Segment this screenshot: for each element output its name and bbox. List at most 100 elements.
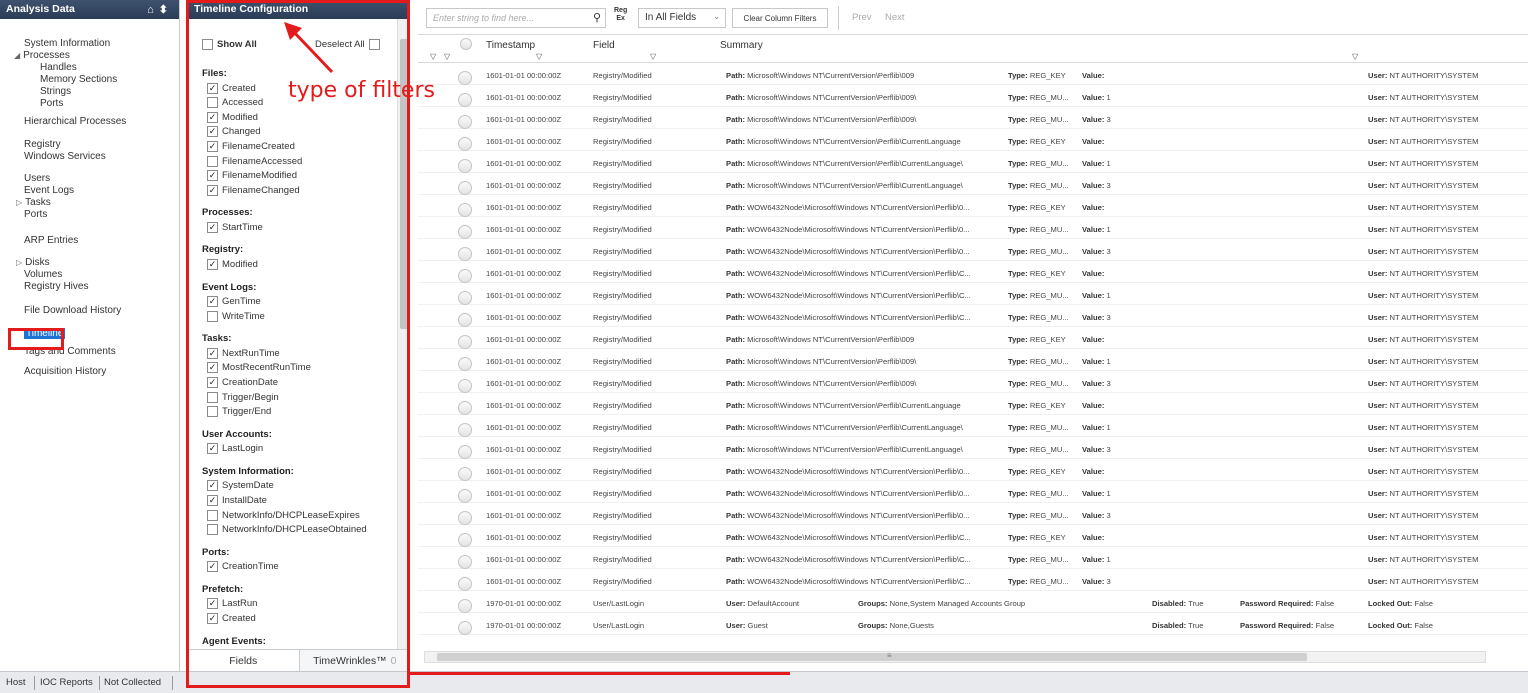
table-row[interactable]: 1601-01-01 00:00:00Z Registry/Modified Pat… (418, 327, 1528, 349)
table-row[interactable]: 1601-01-01 00:00:00Z Registry/Modified Pat… (418, 569, 1528, 591)
tab-not-collected[interactable]: Not Collected (104, 677, 161, 688)
home-icon[interactable]: ⌂ (147, 4, 159, 16)
tag-icon[interactable] (458, 577, 472, 591)
tag-icon[interactable] (458, 511, 472, 525)
cell-path: Microsoft\Windows NT\CurrentVersion\Perf… (747, 357, 917, 366)
table-row[interactable]: 1601-01-01 00:00:00Z Registry/Modified Pat… (418, 305, 1528, 327)
filter-icon[interactable]: ▽ (1352, 52, 1358, 61)
nav-item-disks[interactable]: ▷ Disks (16, 257, 50, 269)
nav-item-strings[interactable]: Strings (40, 86, 71, 98)
password-required-label: Password Required: (1240, 621, 1314, 630)
column-header-summary[interactable]: Summary (720, 40, 763, 51)
expand-arrow-icon[interactable]: ▷ (16, 258, 22, 267)
search-scope-select[interactable]: In All Fields ⌄ (638, 8, 726, 28)
table-row[interactable]: 1601-01-01 00:00:00Z Registry/Modified Pat… (418, 151, 1528, 173)
tag-icon[interactable] (458, 445, 472, 459)
user-label: User: (1368, 181, 1388, 190)
prev-button[interactable]: Prev (852, 12, 872, 23)
filter-icon[interactable]: ▽ (444, 52, 450, 61)
table-row[interactable]: 1601-01-01 00:00:00Z Registry/Modified Pat… (418, 107, 1528, 129)
pin-icon[interactable]: ⬍ (159, 4, 173, 16)
tag-icon[interactable] (458, 335, 472, 349)
nav-item-ports[interactable]: Ports (40, 98, 63, 110)
nav-item-windows-services[interactable]: Windows Services (24, 151, 106, 163)
nav-item-volumes[interactable]: Volumes (24, 269, 62, 281)
expand-arrow-icon[interactable]: ◢ (14, 51, 20, 60)
nav-item-ports[interactable]: Ports (24, 209, 47, 221)
nav-item-event-logs[interactable]: Event Logs (24, 185, 74, 197)
table-row[interactable]: 1601-01-01 00:00:00Z Registry/Modified Pat… (418, 173, 1528, 195)
table-row[interactable]: 1601-01-01 00:00:00Z Registry/Modified Pat… (418, 349, 1528, 371)
tag-icon[interactable] (458, 467, 472, 481)
tag-icon[interactable] (458, 423, 472, 437)
table-row[interactable]: 1601-01-01 00:00:00Z Registry/Modified Pat… (418, 261, 1528, 283)
filter-icon[interactable]: ▽ (430, 52, 436, 61)
table-row[interactable]: 1601-01-01 00:00:00Z Registry/Modified Pat… (418, 239, 1528, 261)
tag-icon[interactable] (458, 137, 472, 151)
tag-icon[interactable] (458, 313, 472, 327)
table-row[interactable]: 1601-01-01 00:00:00Z Registry/Modified Pat… (418, 85, 1528, 107)
next-button[interactable]: Next (885, 12, 905, 23)
tag-icon[interactable] (458, 225, 472, 239)
table-row[interactable]: 1601-01-01 00:00:00Z Registry/Modified Pat… (418, 393, 1528, 415)
table-row[interactable]: 1601-01-01 00:00:00Z Registry/Modified Pat… (418, 217, 1528, 239)
table-row[interactable]: 1601-01-01 00:00:00Z Registry/Modified Pat… (418, 283, 1528, 305)
tab-host[interactable]: Host (6, 677, 26, 688)
search-input[interactable]: Enter string to find here... ⚲ (426, 8, 606, 28)
table-row[interactable]: 1601-01-01 00:00:00Z Registry/Modified Pat… (418, 195, 1528, 217)
tag-icon[interactable] (458, 203, 472, 217)
tag-icon[interactable] (458, 115, 472, 129)
tag-icon[interactable] (458, 357, 472, 371)
tag-icon[interactable] (458, 489, 472, 503)
table-row[interactable]: 1601-01-01 00:00:00Z Registry/Modified Pat… (418, 525, 1528, 547)
nav-item-handles[interactable]: Handles (40, 62, 77, 74)
nav-item-arp-entries[interactable]: ARP Entries (24, 235, 78, 247)
clear-column-filters-button[interactable]: Clear Column Filters (732, 8, 828, 28)
tag-icon[interactable] (458, 247, 472, 261)
nav-item-memory-sections[interactable]: Memory Sections (40, 74, 117, 86)
timeline-grid-area: Enter string to find here... ⚲ Reg Ex In … (418, 0, 1528, 671)
table-row[interactable]: 1970-01-01 00:00:00Z User/LastLogin User: … (418, 613, 1528, 635)
filter-icon[interactable]: ▽ (536, 52, 542, 61)
table-row[interactable]: 1601-01-01 00:00:00Z Registry/Modified Pat… (418, 63, 1528, 85)
horizontal-scroll-thumb[interactable]: ≡ (437, 651, 1307, 661)
table-row[interactable]: 1601-01-01 00:00:00Z Registry/Modified Pat… (418, 481, 1528, 503)
tag-icon[interactable] (458, 291, 472, 305)
nav-item-file-download-history[interactable]: File Download History (24, 305, 121, 317)
tag-icon[interactable] (458, 401, 472, 415)
search-icon[interactable]: ⚲ (593, 11, 601, 24)
nav-item-processes[interactable]: ◢ Processes (14, 50, 70, 62)
nav-item-hierarchical-processes[interactable]: Hierarchical Processes (24, 116, 126, 128)
nav-item-users[interactable]: Users (24, 173, 50, 185)
tab-ioc-reports[interactable]: IOC Reports (40, 677, 93, 688)
tag-icon[interactable] (458, 621, 472, 635)
expand-arrow-icon[interactable]: ▷ (16, 198, 22, 207)
tag-icon[interactable] (458, 379, 472, 393)
nav-item-registry-hives[interactable]: Registry Hives (24, 281, 88, 293)
filter-icon[interactable]: ▽ (650, 52, 656, 61)
tag-icon[interactable] (458, 93, 472, 107)
horizontal-scrollbar[interactable]: ≡ (424, 651, 1486, 663)
table-row[interactable]: 1601-01-01 00:00:00Z Registry/Modified Pat… (418, 415, 1528, 437)
nav-item-registry[interactable]: Registry (24, 139, 61, 151)
tag-icon[interactable] (458, 533, 472, 547)
nav-item-acquisition-history[interactable]: Acquisition History (24, 366, 106, 378)
nav-item-system-information[interactable]: System Information (24, 38, 110, 50)
column-header-field[interactable]: Field (593, 40, 615, 51)
tag-icon[interactable] (458, 159, 472, 173)
table-row[interactable]: 1601-01-01 00:00:00Z Registry/Modified Pat… (418, 371, 1528, 393)
tag-icon[interactable] (458, 599, 472, 613)
regex-toggle[interactable]: Reg Ex (614, 7, 627, 23)
column-header-timestamp[interactable]: Timestamp (486, 40, 535, 51)
table-row[interactable]: 1970-01-01 00:00:00Z User/LastLogin User: … (418, 591, 1528, 613)
table-row[interactable]: 1601-01-01 00:00:00Z Registry/Modified Pat… (418, 437, 1528, 459)
nav-item-tasks[interactable]: ▷ Tasks (16, 197, 51, 209)
tag-icon[interactable] (458, 181, 472, 195)
tag-icon[interactable] (458, 71, 472, 85)
table-row[interactable]: 1601-01-01 00:00:00Z Registry/Modified Pat… (418, 129, 1528, 151)
tag-icon[interactable] (458, 269, 472, 283)
table-row[interactable]: 1601-01-01 00:00:00Z Registry/Modified Pat… (418, 503, 1528, 525)
tag-icon[interactable] (458, 555, 472, 569)
table-row[interactable]: 1601-01-01 00:00:00Z Registry/Modified Pat… (418, 547, 1528, 569)
table-row[interactable]: 1601-01-01 00:00:00Z Registry/Modified Pat… (418, 459, 1528, 481)
